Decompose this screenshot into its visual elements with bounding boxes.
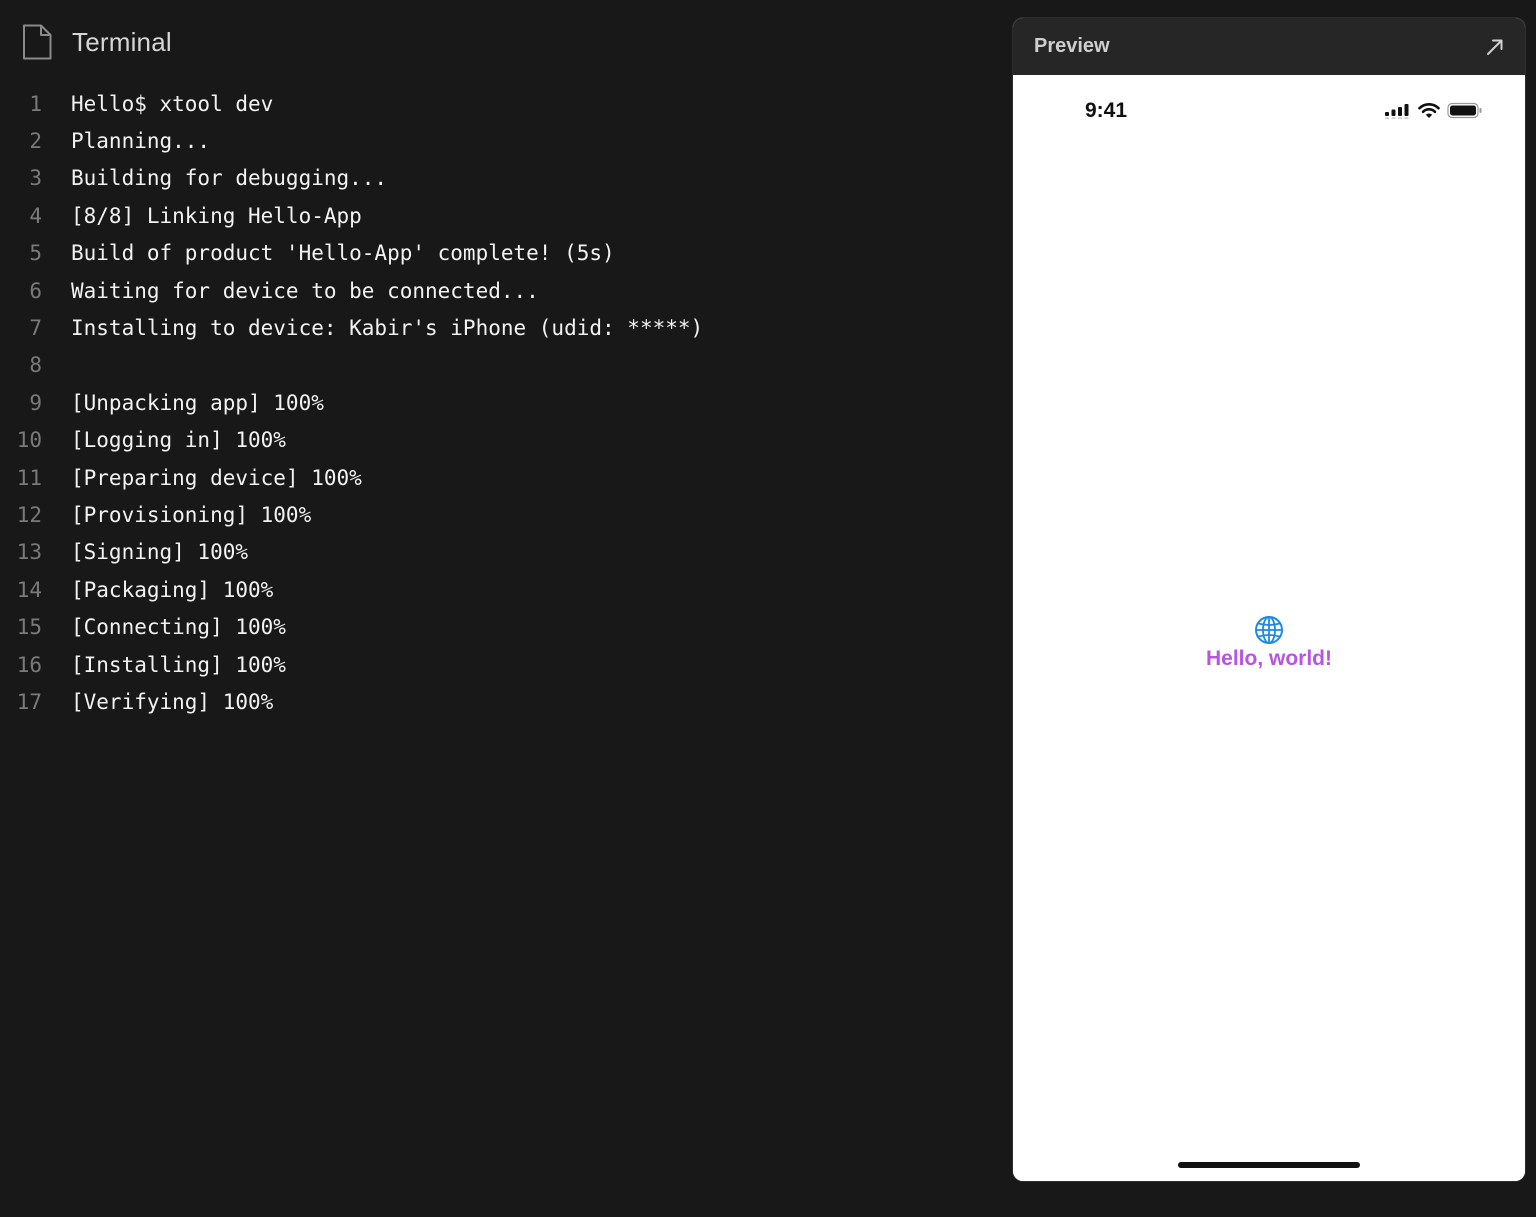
- terminal-header: Terminal: [22, 22, 172, 62]
- terminal-line: 12 [Provisioning] 100%: [0, 496, 990, 533]
- globe-icon: [1255, 616, 1283, 644]
- line-number: 6: [29, 278, 42, 303]
- line-number: 5: [29, 241, 42, 266]
- phone-screen: 9:41 Hello, world!: [1013, 75, 1525, 1181]
- terminal-line: 16 [Installing] 100%: [0, 646, 990, 683]
- line-number: 12: [16, 502, 42, 527]
- line-number: 11: [16, 465, 42, 490]
- file-icon: [23, 24, 52, 60]
- line-text: Installing to device: Kabir's iPhone (ud…: [71, 316, 704, 341]
- line-text: [Installing] 100%: [71, 652, 286, 677]
- arrow-up-right-icon[interactable]: [1485, 37, 1505, 57]
- line-text: [Connecting] 100%: [71, 615, 286, 640]
- terminal-line: 1 Hello$ xtool dev: [0, 85, 990, 122]
- line-text: [Logging in] 100%: [71, 428, 286, 453]
- line-number: 14: [16, 577, 42, 602]
- home-indicator[interactable]: [1178, 1162, 1360, 1168]
- battery-icon: [1447, 102, 1482, 119]
- preview-header: Preview: [1013, 18, 1525, 75]
- line-number: 16: [16, 652, 42, 677]
- terminal-line: 8: [0, 347, 990, 384]
- terminal-line: 9 [Unpacking app] 100%: [0, 384, 990, 421]
- line-text: [Packaging] 100%: [71, 577, 274, 602]
- line-number: 4: [29, 203, 42, 228]
- line-text: [Unpacking app] 100%: [71, 390, 324, 415]
- line-number: 17: [16, 689, 42, 714]
- line-text: Planning...: [71, 129, 211, 154]
- terminal-line: 13 [Signing] 100%: [0, 534, 990, 571]
- terminal-line: 14 [Packaging] 100%: [0, 571, 990, 608]
- line-text: Waiting for device to be connected...: [71, 278, 539, 303]
- line-text: Building for debugging...: [71, 166, 388, 191]
- terminal-line: 7 Installing to device: Kabir's iPhone (u…: [0, 309, 990, 346]
- line-text: [Verifying] 100%: [71, 689, 274, 714]
- line-text: [Preparing device] 100%: [71, 465, 362, 490]
- terminal-title: Terminal: [72, 26, 172, 57]
- status-icons: [1384, 102, 1483, 119]
- line-number: 7: [29, 316, 42, 341]
- preview-title: Preview: [1034, 35, 1110, 57]
- line-text: Build of product 'Hello-App' complete! (…: [71, 241, 615, 266]
- line-number: 10: [16, 428, 42, 453]
- status-time: 9:41: [1085, 99, 1128, 122]
- terminal-line: 2 Planning...: [0, 122, 990, 159]
- wifi-icon: [1418, 102, 1440, 118]
- line-text: Hello$ xtool dev: [71, 91, 274, 116]
- line-text: [8/8] Linking Hello-App: [71, 203, 362, 228]
- line-text: [Provisioning] 100%: [71, 502, 312, 527]
- hello-world-text: Hello, world!: [1206, 647, 1332, 670]
- line-number: 15: [16, 615, 42, 640]
- hello-content: Hello, world!: [1013, 615, 1525, 671]
- terminal-line: 17 [Verifying] 100%: [0, 683, 990, 720]
- line-number: 1: [29, 91, 42, 116]
- line-text: [Signing] 100%: [71, 540, 249, 565]
- line-number: 2: [29, 129, 42, 154]
- preview-panel: Preview 9:41 Hello, world!: [1013, 18, 1525, 1181]
- terminal-line: 15 [Connecting] 100%: [0, 608, 990, 645]
- line-number: 13: [16, 540, 42, 565]
- line-number: 3: [29, 166, 42, 191]
- line-number: 8: [29, 353, 42, 378]
- terminal-line: 3 Building for debugging...: [0, 160, 990, 197]
- terminal-line: 10 [Logging in] 100%: [0, 422, 990, 459]
- cellular-signal-icon: [1385, 103, 1409, 119]
- terminal-output[interactable]: 1 Hello$ xtool dev 2 Planning... 3 Building f…: [0, 85, 990, 721]
- terminal-line: 5 Build of product 'Hello-App' complete! …: [0, 235, 990, 272]
- terminal-line: 11 [Preparing device] 100%: [0, 459, 990, 496]
- terminal-line: 6 Waiting for device to be connected...: [0, 272, 990, 309]
- terminal-line: 4 [8/8] Linking Hello-App: [0, 197, 990, 234]
- line-number: 9: [29, 390, 42, 415]
